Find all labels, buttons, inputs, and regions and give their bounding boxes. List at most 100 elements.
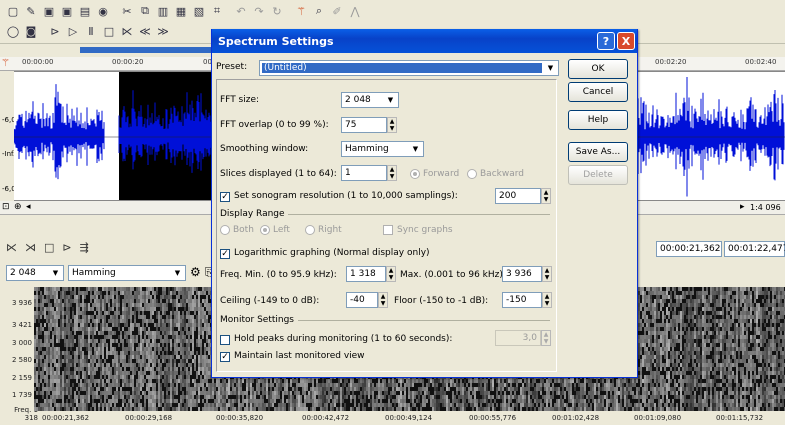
cancel-button[interactable]: Cancel bbox=[568, 82, 628, 102]
zoom-in-icon[interactable]: ⊕ bbox=[14, 202, 22, 212]
paste-icon[interactable]: ▥ bbox=[156, 4, 170, 18]
fft-overlap-field[interactable]: 75 bbox=[341, 117, 387, 133]
arrow-up-icon[interactable]: ▲ bbox=[390, 118, 395, 125]
fft-size-dropdown[interactable]: 2 048 ▼ bbox=[341, 92, 399, 108]
selection-length-field[interactable]: 00:01:22,477 bbox=[724, 241, 785, 257]
save-icon[interactable]: ▣ bbox=[42, 4, 56, 18]
arrow-up-icon[interactable]: ▲ bbox=[389, 267, 394, 274]
arrow-up-icon[interactable]: ▲ bbox=[544, 189, 549, 196]
properties-icon[interactable]: ◉ bbox=[96, 4, 110, 18]
both-radio[interactable] bbox=[220, 225, 230, 235]
slices-spinner[interactable]: ▲ ▼ bbox=[387, 165, 397, 181]
arrow-down-icon[interactable]: ▼ bbox=[544, 338, 549, 345]
open-icon[interactable]: ✎ bbox=[24, 4, 38, 18]
ok-button[interactable]: OK bbox=[568, 59, 628, 79]
freq-min-field[interactable]: 1 318 bbox=[346, 266, 386, 282]
arrow-down-icon[interactable]: ▼ bbox=[381, 300, 386, 307]
arrow-down-icon[interactable]: ▼ bbox=[545, 300, 550, 307]
save-all-icon[interactable]: ▤ bbox=[78, 4, 92, 18]
crop-icon[interactable]: ⌗ bbox=[210, 4, 224, 18]
play-all-icon[interactable]: ▷ bbox=[66, 24, 80, 38]
paste-special-icon[interactable]: ▦ bbox=[174, 4, 188, 18]
smoothing-dropdown[interactable]: Hamming ▼ bbox=[341, 141, 424, 157]
arrow-down-icon[interactable]: ▼ bbox=[390, 173, 395, 180]
help-button[interactable]: Help bbox=[568, 110, 628, 130]
settings-icon[interactable]: ⚙ bbox=[190, 265, 201, 279]
backward-radio[interactable] bbox=[467, 169, 477, 179]
help-title-button[interactable]: ? bbox=[597, 32, 615, 50]
save-as-icon[interactable]: ▣ bbox=[60, 4, 74, 18]
scroll-right-icon[interactable]: ▸ bbox=[740, 202, 745, 212]
scroll-left-icon[interactable]: ◂ bbox=[26, 202, 31, 212]
sonogram-spinner[interactable]: ▲ ▼ bbox=[541, 188, 551, 204]
fft-size-select[interactable]: 2 048 ▼ bbox=[6, 265, 64, 281]
play-icon[interactable]: ⊳ bbox=[48, 24, 62, 38]
fft-overlap-spinner[interactable]: ▲ ▼ bbox=[387, 117, 397, 133]
forward-icon[interactable]: ≫ bbox=[156, 24, 170, 38]
arrow-up-icon[interactable]: ▲ bbox=[390, 166, 395, 173]
sonogram-checkbox[interactable]: ✓ bbox=[220, 192, 230, 202]
left-radio[interactable] bbox=[260, 225, 270, 235]
slices-field[interactable]: 1 bbox=[341, 165, 387, 181]
rewind-icon[interactable]: ≪ bbox=[138, 24, 152, 38]
arrow-up-icon[interactable]: ▲ bbox=[544, 331, 549, 338]
arrow-down-icon[interactable]: ▼ bbox=[544, 196, 549, 203]
zoom-icon[interactable]: ⌕ bbox=[312, 4, 326, 18]
arrow-down-icon[interactable]: ▼ bbox=[390, 125, 395, 132]
new-icon[interactable]: ▢ bbox=[6, 4, 20, 18]
mix-paste-icon[interactable]: ▧ bbox=[192, 4, 206, 18]
freq-max-field[interactable]: 3 936 bbox=[502, 266, 542, 282]
selection-indicator[interactable] bbox=[80, 47, 211, 53]
go-start-small-icon[interactable]: ⋉ bbox=[6, 241, 17, 254]
hold-peaks-field[interactable]: 3,0 bbox=[495, 330, 541, 346]
maintain-view-checkbox[interactable]: ✓ bbox=[220, 352, 230, 362]
backward-label: Backward bbox=[480, 169, 524, 179]
close-button[interactable]: X bbox=[617, 32, 635, 50]
spectrum-icon[interactable]: ⚚ bbox=[294, 4, 308, 18]
undo-icon[interactable]: ↶ bbox=[234, 4, 248, 18]
arrow-up-icon[interactable]: ▲ bbox=[545, 267, 550, 274]
sync-checkbox[interactable] bbox=[383, 225, 393, 235]
pencil-icon[interactable]: ✐ bbox=[330, 4, 344, 18]
window-select[interactable]: Hamming ▼ bbox=[68, 265, 186, 281]
arrow-down-icon[interactable]: ▼ bbox=[389, 274, 394, 281]
preset-select[interactable]: (Untitled) ▼ bbox=[259, 60, 559, 76]
hold-peaks-spinner[interactable]: ▲ ▼ bbox=[541, 330, 551, 346]
go-end-small-icon[interactable]: ⋊ bbox=[25, 241, 36, 254]
sonogram-field[interactable]: 200 bbox=[495, 188, 541, 204]
go-start-icon[interactable]: ⋉ bbox=[120, 24, 134, 38]
freq-min-spinner[interactable]: ▲ ▼ bbox=[386, 266, 396, 282]
stop-icon[interactable]: □ bbox=[102, 24, 116, 38]
ceiling-field[interactable]: -40 bbox=[346, 292, 378, 308]
ceiling-spinner[interactable]: ▲ ▼ bbox=[378, 292, 388, 308]
redo-icon[interactable]: ↷ bbox=[252, 4, 266, 18]
slices-label: Slices displayed (1 to 64): bbox=[220, 169, 337, 179]
copy-icon[interactable]: ⧉ bbox=[138, 4, 152, 18]
floor-field[interactable]: -150 bbox=[502, 292, 542, 308]
record-window-icon[interactable]: ◙ bbox=[24, 24, 38, 38]
delete-button[interactable]: Delete bbox=[568, 165, 628, 185]
freq-max-spinner[interactable]: ▲ ▼ bbox=[542, 266, 552, 282]
audio-editor-window: ▢ ✎ ▣ ▣ ▤ ◉ ✂ ⧉ ▥ ▦ ▧ ⌗ ↶ ↷ ↻ ⚚ ⌕ ✐ ⋀ ◯ … bbox=[0, 0, 785, 425]
zoom-out-icon[interactable]: ⊡ bbox=[2, 202, 10, 212]
record-icon[interactable]: ◯ bbox=[6, 24, 20, 38]
log-checkbox[interactable]: ✓ bbox=[220, 249, 230, 259]
repeat-icon[interactable]: ↻ bbox=[270, 4, 284, 18]
envelope-icon[interactable]: ⋀ bbox=[348, 4, 362, 18]
cut-icon[interactable]: ✂ bbox=[120, 4, 134, 18]
right-radio[interactable] bbox=[305, 225, 315, 235]
arrow-up-icon[interactable]: ▲ bbox=[381, 293, 386, 300]
forward-radio[interactable] bbox=[410, 169, 420, 179]
hold-peaks-checkbox[interactable] bbox=[220, 335, 230, 345]
selection-start-field[interactable]: 00:00:21,362 bbox=[656, 241, 722, 257]
dialog-title-bar[interactable]: Spectrum Settings bbox=[212, 29, 637, 53]
pause-icon[interactable]: Ⅱ bbox=[84, 24, 98, 38]
floor-spinner[interactable]: ▲ ▼ bbox=[542, 292, 552, 308]
save-as-button[interactable]: Save As... bbox=[568, 142, 628, 162]
smoothing-label: Smoothing window: bbox=[220, 144, 309, 154]
loop-icon[interactable]: ⇶ bbox=[80, 241, 89, 254]
arrow-up-icon[interactable]: ▲ bbox=[545, 293, 550, 300]
stop-small-icon[interactable]: □ bbox=[44, 241, 54, 254]
arrow-down-icon[interactable]: ▼ bbox=[545, 274, 550, 281]
play-small-icon[interactable]: ⊳ bbox=[62, 241, 71, 254]
